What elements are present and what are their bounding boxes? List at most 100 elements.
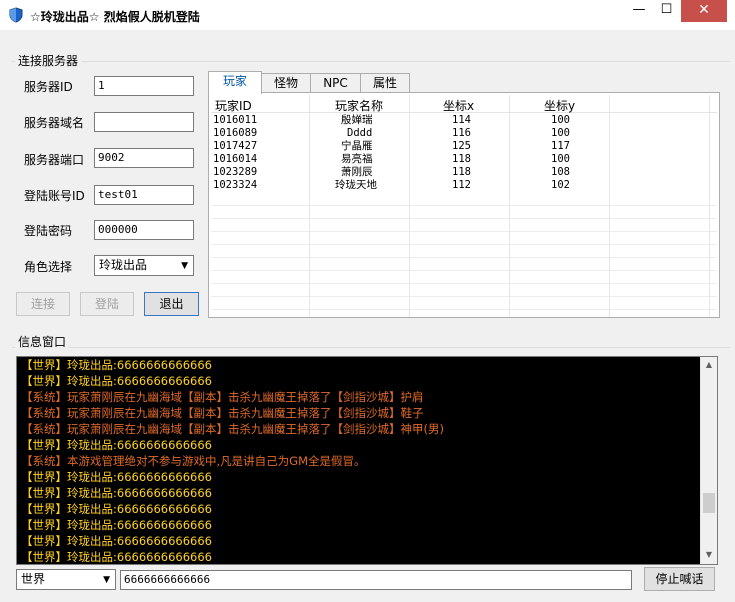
row-gridline — [211, 205, 717, 206]
coord-x-cell: 112 — [452, 179, 471, 191]
log-line: 【世界】玲珑出品:6666666666666 — [21, 374, 212, 388]
server-port-input[interactable]: 9002 — [94, 148, 194, 168]
close-button[interactable]: ✕ — [681, 0, 727, 22]
title-bar[interactable]: ☆玲珑出品☆ 烈焰假人脱机登陆 — ☐ ✕ — [0, 0, 735, 30]
log-line: 【系统】玩家萧刚辰在九幽海域【副本】击杀九幽魔王掉落了【剑指沙城】鞋子 — [21, 406, 424, 420]
server-id-input[interactable]: 1 — [94, 76, 194, 96]
log-line: 【世界】玲珑出品:6666666666666 — [21, 502, 212, 516]
table-row[interactable]: 1016011 殷婵瑞 114 100 — [211, 114, 717, 127]
column-header-player-name[interactable]: 玩家名称 — [335, 97, 383, 114]
table-row[interactable]: 1016089 Dddd 116 100 — [211, 127, 717, 140]
role-select-value: 玲珑出品 — [99, 258, 148, 272]
log-line: 【世界】玲珑出品:6666666666666 — [21, 518, 212, 532]
log-line: 【世界】玲珑出品:6666666666666 — [21, 534, 212, 548]
minimize-icon: — — [632, 2, 646, 17]
table-row[interactable]: 1017427 宁晶雁 125 117 — [211, 140, 717, 153]
player-name-cell: 易亮福 — [341, 153, 373, 165]
column-header-coord-x[interactable]: 坐标x — [443, 97, 474, 114]
exit-button[interactable]: 退出 — [144, 292, 199, 316]
chat-message-input[interactable]: 6666666666666 — [120, 570, 632, 590]
role-select[interactable]: 玲珑出品 ▼ — [94, 255, 194, 276]
coord-x-cell: 118 — [452, 153, 471, 165]
player-list-panel: 玩家ID 玩家名称 坐标x 坐标y 1016011 殷婵瑞 114 100 10… — [208, 92, 720, 318]
coord-y-cell: 108 — [551, 166, 570, 178]
stop-shout-button[interactable]: 停止喊话 — [644, 567, 715, 591]
row-gridline — [211, 296, 717, 297]
chevron-down-icon: ▼ — [103, 575, 110, 585]
coord-y-cell: 117 — [551, 140, 570, 152]
info-group-divider — [12, 347, 730, 348]
connect-group-label: 连接服务器 — [15, 52, 82, 69]
player-id-cell: 1023289 — [213, 166, 258, 178]
scroll-up-icon[interactable]: ▲ — [701, 357, 717, 373]
log-line: 【系统】玩家萧刚辰在九幽海域【副本】击杀九幽魔王掉落了【剑指沙城】护肩 — [21, 390, 424, 404]
player-name-cell: 宁晶雁 — [341, 140, 373, 152]
player-table-header: 玩家ID 玩家名称 坐标x 坐标y — [211, 95, 717, 113]
scroll-thumb[interactable] — [703, 493, 715, 513]
player-id-cell: 1017427 — [213, 140, 258, 152]
table-row[interactable]: 1016014 易亮福 118 100 — [211, 153, 717, 166]
coord-x-cell: 118 — [452, 166, 471, 178]
log-line: 【世界】玲珑出品:6666666666666 — [21, 438, 212, 452]
password-label: 登陆密码 — [24, 224, 73, 238]
row-gridline — [211, 270, 717, 271]
log-line: 【世界】玲珑出品:6666666666666 — [21, 470, 212, 484]
row-gridline — [211, 283, 717, 284]
account-id-input[interactable]: test01 — [94, 185, 194, 205]
coord-x-cell: 116 — [452, 127, 471, 139]
close-icon: ✕ — [698, 2, 710, 18]
minimize-button[interactable]: — — [625, 0, 653, 22]
player-id-cell: 1016011 — [213, 114, 258, 126]
player-name-cell: Dddd — [347, 127, 373, 139]
coord-x-cell: 114 — [452, 114, 471, 126]
table-row[interactable]: 1023289 萧刚辰 118 108 — [211, 166, 717, 179]
tab-players[interactable]: 玩家 — [208, 71, 262, 94]
connect-group-divider — [12, 61, 730, 62]
shield-icon — [9, 7, 23, 23]
maximize-button[interactable]: ☐ — [653, 0, 680, 22]
login-button[interactable]: 登陆 — [80, 292, 134, 316]
connect-button[interactable]: 连接 — [16, 292, 70, 316]
player-name-cell: 萧刚辰 — [341, 166, 373, 178]
coord-y-cell: 100 — [551, 153, 570, 165]
main-window: ☆玲珑出品☆ 烈焰假人脱机登陆 — ☐ ✕ 连接服务器 服务器ID 1 服务器域… — [0, 0, 735, 602]
row-gridline — [211, 309, 717, 310]
info-group-label: 信息窗口 — [15, 333, 70, 350]
role-select-label: 角色选择 — [24, 260, 73, 274]
password-input[interactable]: 000000 — [94, 220, 194, 240]
scroll-down-icon[interactable]: ▼ — [701, 547, 717, 563]
log-line: 【系统】玩家萧刚辰在九幽海域【副本】击杀九幽魔王掉落了【剑指沙城】神甲(男) — [21, 422, 444, 436]
row-gridline — [211, 257, 717, 258]
table-row[interactable]: 1023324 玲珑天地 112 102 — [211, 179, 717, 192]
tab-attributes[interactable]: 属性 — [360, 73, 410, 93]
server-id-label: 服务器ID — [24, 80, 73, 94]
tab-npc[interactable]: NPC — [310, 73, 361, 93]
log-line: 【世界】玲珑出品:6666666666666 — [21, 550, 212, 564]
player-id-cell: 1016014 — [213, 153, 258, 165]
player-id-cell: 1016089 — [213, 127, 258, 139]
tab-monsters[interactable]: 怪物 — [261, 73, 311, 93]
row-gridline — [211, 231, 717, 232]
window-title: ☆玲珑出品☆ 烈焰假人脱机登陆 — [30, 10, 200, 24]
log-line: 【世界】玲珑出品:6666666666666 — [21, 358, 212, 372]
coord-y-cell: 100 — [551, 127, 570, 139]
log-scrollbar[interactable]: ▲ ▼ — [700, 357, 717, 564]
account-id-label: 登陆账号ID — [24, 189, 85, 203]
column-header-player-id[interactable]: 玩家ID — [215, 97, 252, 114]
server-domain-label: 服务器域名 — [24, 116, 85, 130]
coord-y-cell: 102 — [551, 179, 570, 191]
log-line: 【系统】本游戏管理绝对不参与游戏中,凡是讲自己为GM全是假冒。 — [21, 454, 366, 468]
row-gridline — [211, 244, 717, 245]
coord-x-cell: 125 — [452, 140, 471, 152]
column-header-coord-y[interactable]: 坐标y — [544, 97, 575, 114]
row-gridline — [211, 218, 717, 219]
coord-y-cell: 100 — [551, 114, 570, 126]
server-domain-input[interactable] — [94, 112, 194, 132]
channel-select[interactable]: 世界 ▼ — [16, 569, 116, 590]
player-name-cell: 玲珑天地 — [335, 179, 377, 191]
message-log[interactable]: 【世界】玲珑出品:6666666666666 【世界】玲珑出品:66666666… — [16, 356, 718, 565]
maximize-icon: ☐ — [660, 2, 673, 17]
player-name-cell: 殷婵瑞 — [341, 114, 373, 126]
player-id-cell: 1023324 — [213, 179, 258, 191]
chevron-down-icon: ▼ — [181, 261, 188, 271]
